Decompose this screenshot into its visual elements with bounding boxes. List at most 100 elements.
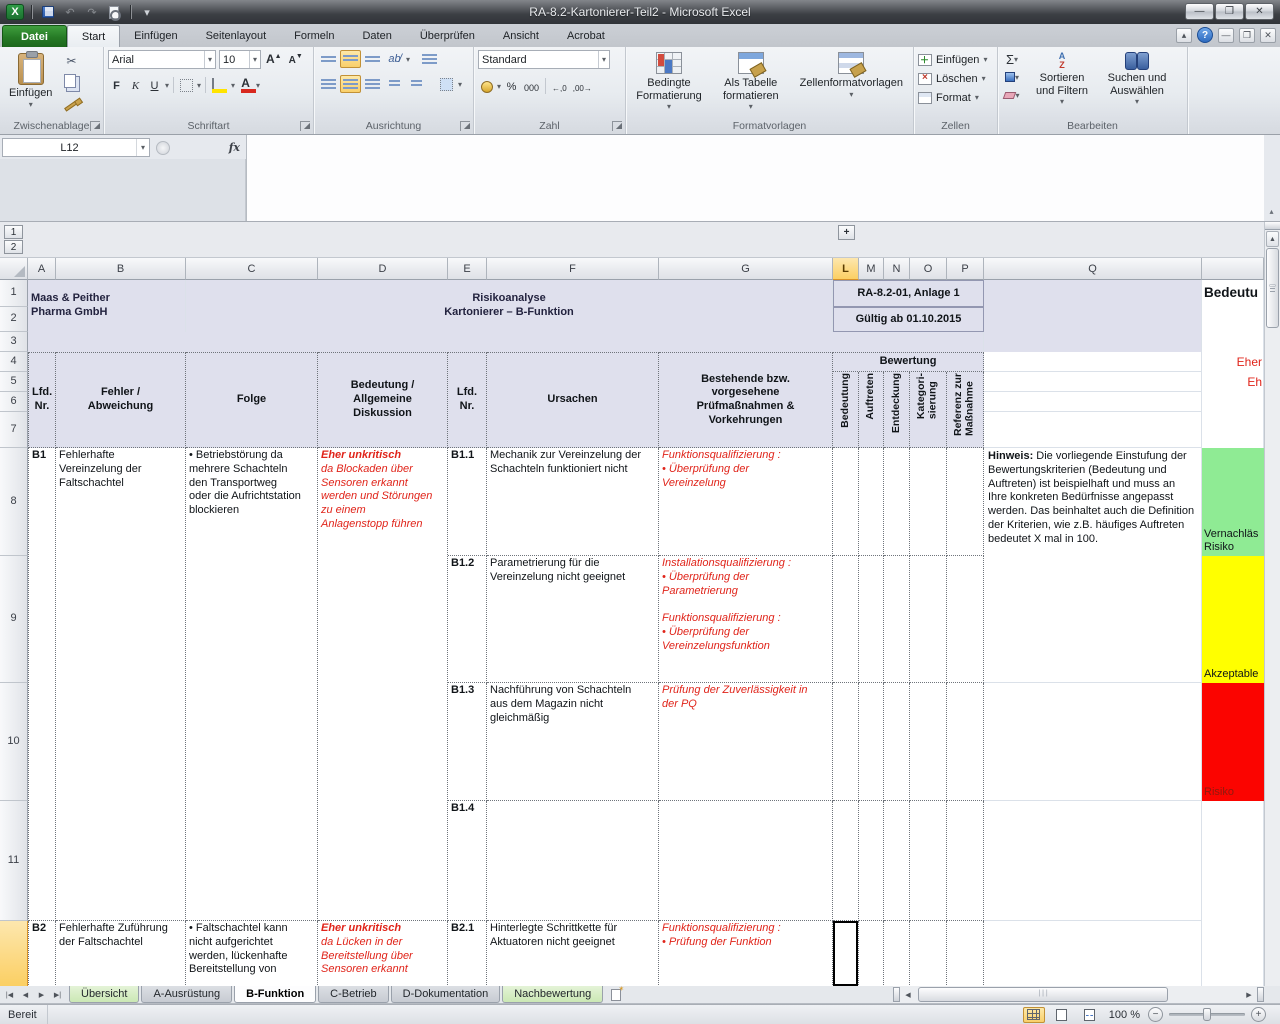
scrollbar-split-handle[interactable]: [1265, 222, 1280, 230]
cell-l8[interactable]: [833, 448, 859, 556]
cell-r6[interactable]: [1202, 392, 1264, 412]
tab-ansicht[interactable]: Ansicht: [489, 25, 553, 47]
dialog-launcher-icon[interactable]: ◢: [300, 121, 310, 131]
collapse-formula-bar-button[interactable]: ▴: [1265, 205, 1278, 218]
scrollbar-split-handle[interactable]: [893, 987, 900, 1002]
dialog-launcher-icon[interactable]: ◢: [460, 121, 470, 131]
cell-f8-ursache[interactable]: Mechanik zur Vereinzelung der Schachteln…: [487, 448, 659, 556]
cell-a8-b1[interactable]: B1: [28, 448, 56, 921]
outline-level-1-button[interactable]: 1: [4, 225, 23, 239]
cell-company[interactable]: Maas & Peither Pharma GmbH: [28, 280, 186, 332]
row-header-8[interactable]: 8: [0, 448, 28, 556]
cell-f9-ursache[interactable]: Parametrierung für die Vereinzelung nich…: [487, 556, 659, 683]
header-bewertung[interactable]: Bewertung: [833, 352, 984, 372]
format-cells-button[interactable]: Format ▾: [918, 88, 993, 107]
column-header-m[interactable]: M: [859, 258, 884, 280]
thousands-button[interactable]: 000: [522, 77, 541, 95]
header-lfd-nr-2[interactable]: Lfd. Nr.: [448, 352, 487, 448]
cell-r9-risk-yellow[interactable]: Akzeptable: [1202, 556, 1264, 683]
cell-p12[interactable]: [947, 921, 984, 986]
sheet-tab-nachbewertung[interactable]: Nachbewertung: [502, 986, 603, 1003]
cell-styles-button[interactable]: Zellenformatvorlagen ▾: [794, 50, 909, 101]
italic-button[interactable]: K: [127, 76, 144, 94]
find-select-button[interactable]: Suchen und Auswählen ▾: [1098, 50, 1176, 108]
cell-doc-title[interactable]: Risikoanalyse Kartonierer – B-Funktion: [186, 280, 833, 332]
insert-worksheet-button[interactable]: [605, 986, 627, 1003]
column-header-b[interactable]: B: [56, 258, 186, 280]
insert-cells-button[interactable]: Einfügen ▾: [918, 50, 993, 69]
cell-r10-risk-red[interactable]: Risiko: [1202, 683, 1264, 801]
row-header-4[interactable]: 4: [0, 352, 28, 372]
header-rating-auftreten[interactable]: Auftreten: [859, 372, 884, 448]
next-sheet-button[interactable]: ▶: [34, 987, 49, 1002]
header-pruefmassnahmen[interactable]: Bestehende bzw. vorgesehene Prüfmaßnahme…: [659, 352, 833, 448]
cell-m10[interactable]: [859, 683, 884, 801]
shrink-font-button[interactable]: A▼: [287, 50, 305, 68]
column-header-q[interactable]: Q: [984, 258, 1202, 280]
tab-einfuegen[interactable]: Einfügen: [120, 25, 191, 47]
redo-button[interactable]: ↷: [83, 4, 101, 20]
clear-button[interactable]: ▾: [1002, 87, 1022, 103]
close-button[interactable]: ✕: [1245, 3, 1274, 20]
dialog-launcher-icon[interactable]: ◢: [612, 121, 622, 131]
insert-function-button[interactable]: fx: [229, 141, 246, 154]
cell-r1[interactable]: Bedeutu: [1202, 280, 1264, 307]
cell-e10-b13[interactable]: B1.3: [448, 683, 487, 801]
align-center-button[interactable]: [340, 75, 361, 93]
column-header-l[interactable]: L: [833, 258, 859, 280]
vertical-scrollbar[interactable]: ▲: [1264, 222, 1280, 986]
header-fehler[interactable]: Fehler / Abweichung: [56, 352, 186, 448]
cell-r7[interactable]: [1202, 412, 1264, 448]
row-header-10[interactable]: 10: [0, 683, 28, 801]
header-lfd-nr-1[interactable]: Lfd. Nr.: [28, 352, 56, 448]
row-header-7[interactable]: 7: [0, 412, 28, 448]
autosum-button[interactable]: Σ▾: [1002, 51, 1022, 67]
zoom-slider[interactable]: [1169, 1013, 1245, 1016]
align-bottom-button[interactable]: [362, 50, 383, 68]
minimize-ribbon-button[interactable]: ▴: [1176, 28, 1192, 43]
cell-o11[interactable]: [910, 801, 947, 921]
cell-l12-selected[interactable]: [833, 921, 859, 986]
align-right-button[interactable]: [362, 75, 383, 93]
prev-sheet-button[interactable]: ◀: [18, 987, 33, 1002]
last-sheet-button[interactable]: ▶|: [50, 987, 65, 1002]
cell-d12-bedeutung[interactable]: Eher unkritischda Lücken in der Bereitst…: [318, 921, 448, 986]
zoom-level[interactable]: 100 %: [1109, 1009, 1140, 1021]
header-bedeutung-diskussion[interactable]: Bedeutung / Allgemeine Diskussion: [318, 352, 448, 448]
cell-n11[interactable]: [884, 801, 910, 921]
column-header-d[interactable]: D: [318, 258, 448, 280]
row-header-11[interactable]: 11: [0, 801, 28, 921]
font-size-select[interactable]: 10 ▾: [219, 50, 261, 69]
scroll-left-button[interactable]: ◀: [900, 987, 916, 1002]
cell-g8-pruef[interactable]: Funktionsqualifizierung : • Überprüfung …: [659, 448, 833, 556]
cell-l11[interactable]: [833, 801, 859, 921]
font-name-select[interactable]: Arial ▾: [108, 50, 216, 69]
cell-q1[interactable]: [984, 280, 1202, 307]
cell-m11[interactable]: [859, 801, 884, 921]
cell-e9-b12[interactable]: B1.2: [448, 556, 487, 683]
dialog-launcher-icon[interactable]: ◢: [90, 121, 100, 131]
cell-e12-b21[interactable]: B2.1: [448, 921, 487, 986]
column-header-a[interactable]: A: [28, 258, 56, 280]
grow-font-button[interactable]: A▲: [264, 50, 284, 68]
align-top-button[interactable]: [318, 50, 339, 68]
sheet-tab-uebersicht[interactable]: Übersicht: [69, 986, 139, 1003]
tab-ueberpruefen[interactable]: Überprüfen: [406, 25, 489, 47]
column-header-e[interactable]: E: [448, 258, 487, 280]
sheet-tab-a-ausruestung[interactable]: A-Ausrüstung: [141, 986, 232, 1003]
sort-filter-button[interactable]: AZ Sortieren und Filtern ▾: [1026, 50, 1098, 108]
cell-r8-risk-green[interactable]: Vernachläs Risiko: [1202, 448, 1264, 556]
header-ursachen[interactable]: Ursachen: [487, 352, 659, 448]
delete-cells-button[interactable]: Löschen ▾: [918, 69, 993, 88]
header-rating-entdeckung[interactable]: Entdeckung: [884, 372, 910, 448]
column-header-c[interactable]: C: [186, 258, 318, 280]
help-icon[interactable]: ?: [1197, 27, 1213, 43]
cell-c12-folge[interactable]: • Faltschachtel kann nicht aufgerichtet …: [186, 921, 318, 986]
column-header-n[interactable]: N: [884, 258, 910, 280]
cell-r5[interactable]: Eh: [1202, 372, 1264, 392]
align-left-button[interactable]: [318, 75, 339, 93]
merge-center-button[interactable]: [436, 75, 457, 93]
cell-g9-pruef[interactable]: Installationsqualifizierung : • Überprüf…: [659, 556, 833, 683]
cell-o9[interactable]: [910, 556, 947, 683]
save-button[interactable]: [39, 4, 57, 20]
